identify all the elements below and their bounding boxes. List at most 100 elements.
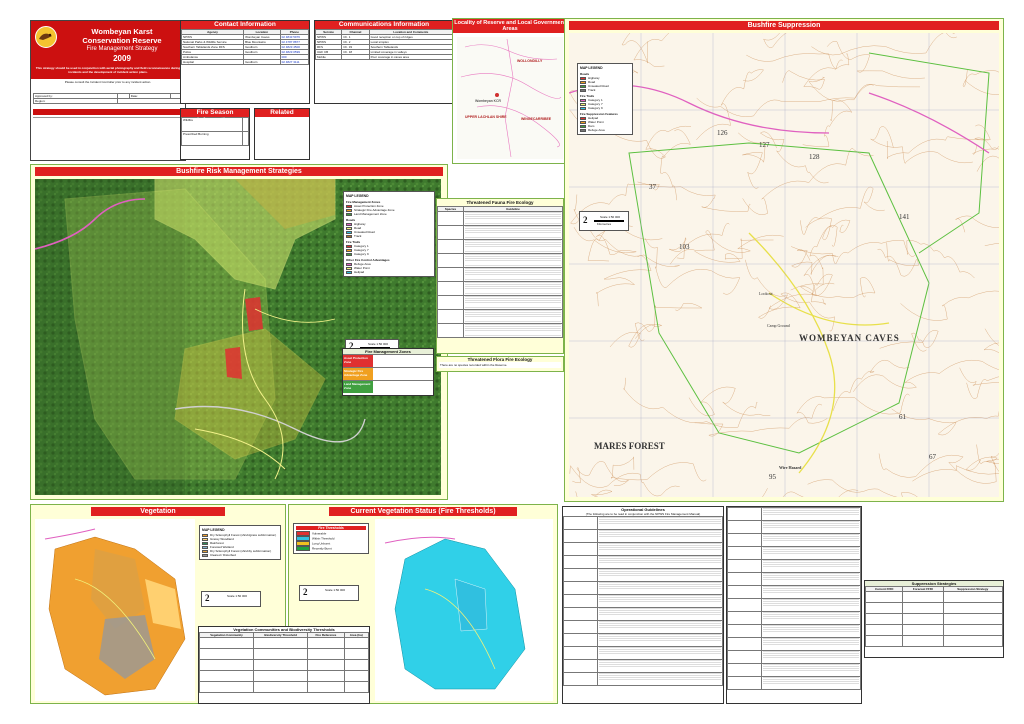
- contour-line: [962, 69, 999, 87]
- grid-number-label: 127: [759, 141, 770, 149]
- contour-line: [696, 69, 764, 141]
- legend-label: Land Management Zone: [354, 212, 387, 216]
- contour-line: [912, 465, 999, 482]
- contour-line: [746, 53, 850, 69]
- fauna-row: [437, 323, 563, 338]
- contour-line: [694, 403, 823, 437]
- ops-text-cell: [597, 672, 723, 686]
- veg-scale-label: Scale 1:50 000: [226, 594, 247, 598]
- approval-table: Approved by: Date: Region:: [33, 93, 184, 104]
- fauna-row: [437, 239, 563, 254]
- region-label: Region:: [33, 98, 118, 104]
- lga-label-upper-lachlan: UPPER LACHLAN SHIRE: [465, 115, 507, 119]
- contour-line: [966, 376, 999, 399]
- fmz-zone-label: Land Management Zone: [343, 381, 373, 393]
- ops-text-cell: [761, 637, 861, 651]
- fmz-row: Strategic Fire Advantage Zone: [343, 367, 433, 380]
- ops-text-cell: [597, 646, 723, 660]
- text-lines: [599, 634, 721, 645]
- road-or-trail: [748, 232, 836, 474]
- legend-label: Helipad: [354, 270, 365, 274]
- reserve-label: Wombeyan KCR: [475, 99, 502, 103]
- text-lines: [599, 673, 721, 684]
- ops-row: [563, 581, 723, 595]
- ops-row: [727, 624, 861, 638]
- ss-cell: [942, 624, 1003, 636]
- place-camp-ground: Camp Ground: [767, 323, 790, 328]
- operational-table-2: [727, 507, 861, 690]
- threshold-legend-item: Recently Burnt: [296, 546, 366, 551]
- grid-number-label: 141: [899, 213, 910, 221]
- fire-season-panel: Fire Season Information Wildfire Prescri…: [180, 108, 250, 160]
- comm-service: Mobile: [315, 54, 343, 60]
- threshold-label: Recently Burnt: [312, 546, 332, 551]
- vt-row: [199, 670, 369, 682]
- vt-cell: [199, 681, 255, 693]
- veg-thresholds-table: Vegetation Community Biodiversity Thresh…: [199, 632, 369, 693]
- ops-row: [727, 676, 861, 690]
- fauna-row: [437, 211, 563, 226]
- status-north-arrow: 2: [303, 587, 308, 597]
- vegetation-title: Vegetation: [91, 507, 225, 516]
- vegetation-legend-title: MAP LEGEND: [202, 528, 225, 532]
- operational-panel: Operational Guidelines (The following ar…: [562, 506, 724, 704]
- ops-row: [727, 507, 861, 521]
- ops-text-cell: [597, 542, 723, 556]
- fauna-guideline-cell: [463, 239, 563, 254]
- legend-label: Category 9: [588, 106, 603, 110]
- fauna-row: [437, 253, 563, 268]
- contour-line: [870, 126, 973, 164]
- contact-agency: Hospital: [181, 59, 245, 65]
- risk-scale-label: Scale 1:50 000: [367, 342, 388, 346]
- contact-info-panel: Contact Information Agency Location Phon…: [180, 20, 310, 104]
- vt-cell: [253, 681, 309, 693]
- vt-cell: [199, 670, 255, 682]
- contour-line: [796, 393, 910, 424]
- ss-cell: [942, 635, 1003, 647]
- operational-table: [563, 516, 723, 686]
- ops-text-cell: [761, 598, 861, 612]
- fmz-zone-desc: [373, 368, 433, 380]
- threatened-fauna-table: Species Guideline: [437, 206, 563, 338]
- status-scale: 2 Scale 1:50 000: [299, 585, 359, 601]
- ops-row: [563, 542, 723, 556]
- legend-swatch: [346, 252, 352, 256]
- ops-heading-cell: [727, 598, 762, 612]
- fauna-species-cell: [437, 323, 464, 338]
- fmz-panel: Fire Management Zones Asset Protection Z…: [342, 348, 434, 396]
- contour-line: [669, 223, 730, 259]
- topo-legend: MAP LEGEND Roads Highway Road Unsealed Road…: [577, 63, 633, 135]
- contact-phone: 02 4827 3111: [279, 59, 309, 65]
- ops-text-cell: [761, 624, 861, 638]
- title-line-1: Wombeyan Karst: [91, 27, 153, 36]
- text-lines: [763, 573, 859, 584]
- comm-row: Mobile Poor coverage in caves area: [315, 54, 453, 60]
- text-lines: [763, 508, 859, 519]
- ops-heading-cell: [563, 542, 598, 556]
- text-lines: [763, 599, 859, 610]
- vt-cell: [307, 670, 345, 682]
- fmz-row: Asset Protection Zone: [343, 354, 433, 367]
- operational-subtitle: (The following are to be read in conjunc…: [585, 512, 701, 516]
- ops-text-cell: [597, 516, 723, 530]
- ops-heading-cell: [563, 581, 598, 595]
- vt-cell: [253, 648, 309, 660]
- legend-label: Track: [588, 88, 596, 92]
- contour-line: [696, 84, 874, 117]
- status-scale-label: Scale 1:50 000: [324, 588, 345, 592]
- contour-line: [762, 488, 859, 497]
- legend-item: Helipad: [346, 270, 432, 274]
- ss-row: [865, 635, 1003, 647]
- ops-heading-cell: [727, 676, 762, 690]
- vt-cell: [253, 670, 309, 682]
- vt-cell: [343, 637, 369, 649]
- text-lines: [763, 677, 859, 688]
- text-lines: [599, 569, 721, 580]
- ops-row: [563, 555, 723, 569]
- veg-north-arrow: 2: [205, 593, 210, 603]
- legend-swatch: [580, 128, 586, 132]
- contour-line: [807, 479, 918, 497]
- ops-text-cell: [761, 611, 861, 625]
- satellite-map: MAP LEGEND Fire Management Zones Asset Pr…: [35, 179, 441, 495]
- ops-heading-cell: [563, 568, 598, 582]
